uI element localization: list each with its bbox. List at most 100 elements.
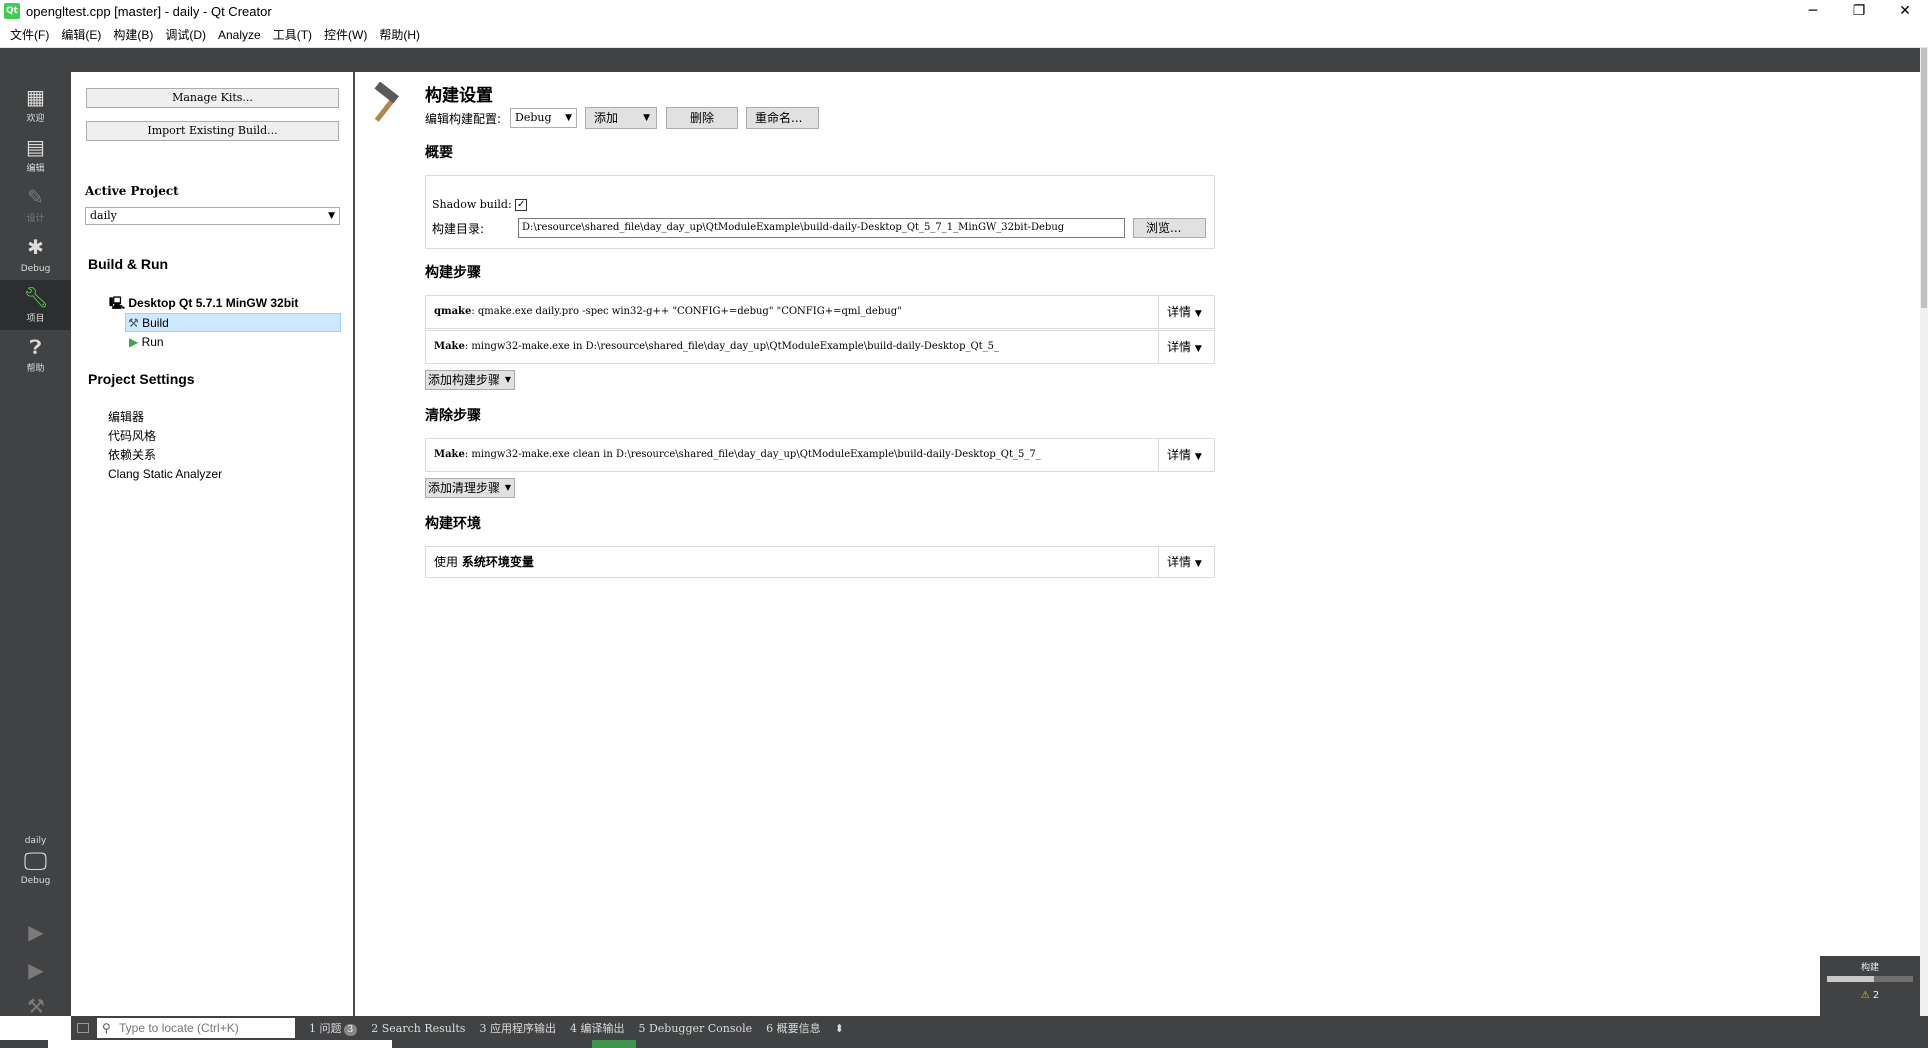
clean-steps-heading: 清除步骤 [425, 408, 481, 424]
settings-item-dependencies[interactable]: 依赖关系 [108, 447, 156, 463]
chevron-down-icon: ▼ [328, 211, 335, 221]
menu-build[interactable]: 构建(B) [107, 22, 159, 48]
vertical-scrollbar[interactable] [1920, 48, 1928, 1016]
build-env-heading: 构建环境 [425, 516, 481, 532]
pane-compile-output[interactable]: 4 编译输出 [570, 1020, 625, 1036]
step-text: Make: mingw32-make.exe clean in D:\resou… [434, 439, 1154, 471]
details-button[interactable]: 详情 ▼ [1158, 296, 1214, 328]
hammer-icon [374, 82, 399, 122]
monitor-icon: 🖵︎ [23, 847, 48, 875]
search-icon: ⚲ [102, 1021, 111, 1035]
debug-run-icon[interactable]: ▶ [24, 958, 48, 982]
mode-label: 项目 [26, 314, 45, 324]
chevron-down-icon: ▼ [1194, 559, 1202, 569]
mode-help[interactable]: ❓︎ 帮助 [0, 330, 71, 380]
settings-item-clang-analyzer[interactable]: Clang Static Analyzer [108, 466, 222, 482]
tree-item-build[interactable]: ⚒ Build [125, 313, 341, 332]
overview-box: Shadow build: ✓ 构建目录: D:\resource\shared… [425, 175, 1215, 249]
menu-window[interactable]: 控件(W) [318, 22, 373, 48]
build-steps-heading: 构建步骤 [425, 265, 481, 281]
rename-config-button[interactable]: 重命名... [746, 107, 819, 129]
build-hammer-icon[interactable]: ⚒ [24, 994, 48, 1018]
scrollbar-thumb[interactable] [1921, 48, 1927, 308]
taskbar-strip [0, 1040, 1928, 1048]
projects-navigation-pane: Manage Kits... Import Existing Build... … [71, 72, 355, 1016]
mode-label: 设计 [26, 214, 45, 224]
kit-selector[interactable]: daily 🖵︎ Debug [0, 836, 71, 886]
import-existing-build-button[interactable]: Import Existing Build... [86, 121, 339, 141]
settings-item-editor[interactable]: 编辑器 [108, 409, 144, 425]
step-name: Make [434, 449, 465, 460]
details-button[interactable]: 详情 ▼ [1158, 439, 1214, 471]
add-clean-step-button[interactable]: 添加清理步骤 ▼ [425, 478, 516, 498]
pane-general-messages[interactable]: 6 概要信息 [766, 1020, 821, 1036]
mode-label: 欢迎 [26, 114, 45, 124]
pane-application-output[interactable]: 3 应用程序输出 [479, 1020, 556, 1036]
shadow-build-checkbox[interactable]: ✓ [515, 199, 528, 211]
build-step-qmake: qmake: qmake.exe daily.pro -spec win32-g… [425, 295, 1215, 329]
build-dir-input[interactable]: D:\resource\shared_file\day_day_up\QtMod… [518, 218, 1125, 238]
menu-analyze[interactable]: Analyze [212, 22, 267, 48]
build-progress-bar [1827, 976, 1913, 982]
mode-label: Debug [20, 264, 51, 274]
mode-welcome[interactable]: ▦ 欢迎 [0, 80, 71, 130]
up-down-arrows-icon[interactable]: ⬍ [835, 1022, 844, 1035]
pane-search-results[interactable]: 2 Search Results [371, 1022, 465, 1035]
step-command: : mingw32-make.exe clean in D:\resource\… [464, 449, 1041, 460]
locator-input[interactable]: ⚲ Type to locate (Ctrl+K) [97, 1018, 295, 1038]
mode-design[interactable]: ✎ 设计 [0, 180, 71, 230]
close-button[interactable]: ✕ [1882, 0, 1928, 22]
issues-count-badge: 3 [343, 1024, 358, 1036]
tree-item-run[interactable]: ▶ Run [129, 333, 164, 351]
browse-button[interactable]: 浏览... [1133, 218, 1206, 238]
hammer-icon: ⚒ [128, 316, 139, 330]
delete-config-button[interactable]: 删除 [666, 107, 738, 129]
minimize-button[interactable]: ─ [1790, 0, 1836, 22]
manage-kits-button[interactable]: Manage Kits... [86, 88, 339, 108]
sidebar-toggle-icon[interactable] [77, 1023, 89, 1033]
chevron-down-icon: ▼ [504, 483, 512, 492]
shadow-build-row: Shadow build: ✓ [432, 198, 528, 211]
pencil-icon: ✎ [27, 185, 44, 209]
build-label: Build [142, 316, 169, 330]
add-build-step-label: 添加构建步骤 [428, 373, 501, 387]
window-controls: ─ ❐ ✕ [1790, 0, 1928, 22]
menu-help[interactable]: 帮助(H) [373, 22, 426, 48]
menu-tools[interactable]: 工具(T) [267, 22, 318, 48]
edit-icon: ▤ [26, 135, 45, 159]
menu-edit[interactable]: 编辑(E) [55, 22, 107, 48]
run-label: Run [141, 335, 164, 349]
settings-item-code-style[interactable]: 代码风格 [108, 428, 156, 444]
menu-debug[interactable]: 调试(D) [159, 22, 212, 48]
menu-file[interactable]: 文件(F) [4, 22, 55, 48]
details-button[interactable]: 详情 ▼ [1158, 331, 1214, 363]
pane-debugger-console[interactable]: 5 Debugger Console [638, 1022, 752, 1035]
kit-tree-item[interactable]: 🖳︎ Desktop Qt 5.7.1 MinGW 32bit [109, 294, 298, 312]
taskbar-segment [48, 1040, 392, 1048]
mode-debug[interactable]: ✱ Debug [0, 230, 71, 280]
active-project-combo[interactable]: daily ▼ [85, 207, 340, 225]
env-text: 使用 系统环境变量 [434, 547, 1154, 577]
warning-icon: ⚠ [1860, 990, 1870, 1001]
project-settings-heading: Project Settings [88, 371, 195, 387]
build-progress-widget[interactable]: 构建 ⚠ 2 [1820, 956, 1920, 1016]
kit-build-config: Debug [20, 876, 51, 886]
add-build-step-button[interactable]: 添加构建步骤 ▼ [425, 370, 516, 390]
details-label: 详情 [1167, 340, 1192, 354]
details-label: 详情 [1167, 305, 1192, 319]
build-run-heading: Build & Run [88, 256, 169, 272]
restore-button[interactable]: ❐ [1836, 0, 1882, 22]
run-icon[interactable]: ▶ [24, 920, 48, 944]
wrench-icon: 🔧︎ [23, 285, 49, 309]
build-config-combo[interactable]: Debug ▼ [510, 108, 577, 128]
mode-projects[interactable]: 🔧︎ 项目 [0, 280, 71, 330]
mode-label: 帮助 [26, 364, 45, 374]
step-command: : qmake.exe daily.pro -spec win32-g++ "C… [471, 306, 902, 317]
warning-count: ⚠ 2 [1820, 990, 1920, 1001]
env-value: 系统环境变量 [461, 555, 534, 569]
add-config-button[interactable]: 添加 ▼ [585, 107, 657, 129]
details-button[interactable]: 详情 ▼ [1158, 547, 1214, 577]
pane-issues[interactable]: 1 问题 3 [309, 1020, 358, 1036]
chevron-down-icon: ▼ [504, 375, 512, 384]
mode-edit[interactable]: ▤ 编辑 [0, 130, 71, 180]
